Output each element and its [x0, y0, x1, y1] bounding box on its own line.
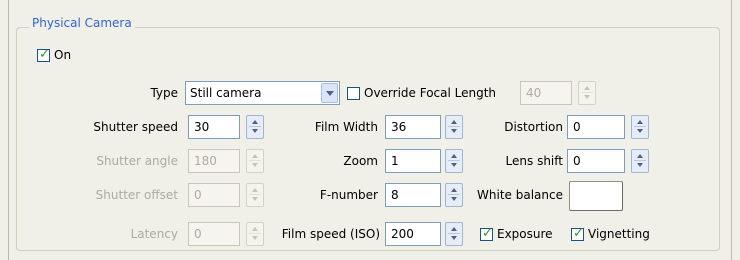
white-balance-swatch[interactable] [569, 181, 623, 211]
lens-shift-field[interactable]: 0 [567, 149, 625, 173]
distortion-field[interactable]: 0 [567, 115, 625, 139]
shutter-angle-label: Shutter angle [96, 154, 178, 168]
distortion-label: Distortion [504, 120, 563, 134]
checkmark-icon: ✓ [482, 226, 493, 241]
spin-down-icon [451, 129, 457, 133]
zoom-spinner[interactable] [445, 149, 463, 173]
spin-up-icon [451, 188, 457, 192]
spin-up-icon [252, 120, 258, 124]
shutter-speed-field[interactable]: 30 [188, 115, 240, 139]
f-number-spinner[interactable] [445, 183, 463, 207]
dropdown-button[interactable] [321, 83, 338, 103]
type-dropdown[interactable]: Still camera [185, 81, 340, 105]
spin-down-icon [252, 163, 258, 167]
spin-up-icon [252, 154, 258, 158]
spin-down-icon [451, 163, 457, 167]
spin-down-icon [451, 197, 457, 201]
group-title: Physical Camera [29, 16, 135, 30]
checkmark-icon: ✓ [573, 226, 584, 241]
film-width-spinner[interactable] [445, 115, 463, 139]
f-number-field[interactable]: 8 [385, 183, 441, 207]
spin-up-icon [252, 188, 258, 192]
lens-shift-label: Lens shift [505, 154, 563, 168]
shutter-angle-field[interactable]: 180 [188, 149, 240, 173]
panel-frame: Physical Camera ✓ On Type Still camera O… [0, 0, 740, 260]
spin-down-icon [584, 95, 590, 99]
film-speed-field[interactable]: 200 [385, 222, 441, 246]
spin-up-icon [584, 86, 590, 90]
shutter-speed-spinner[interactable] [246, 115, 264, 139]
spin-down-icon [451, 236, 457, 240]
film-width-label: Film Width [314, 120, 378, 134]
f-number-label: F-number [319, 188, 378, 202]
panel-left-border [8, 0, 9, 260]
white-balance-label: White balance [477, 188, 563, 202]
film-width-field[interactable]: 36 [385, 115, 441, 139]
spin-up-icon [451, 120, 457, 124]
zoom-field[interactable]: 1 [385, 149, 441, 173]
focal-length-field[interactable]: 40 [520, 81, 572, 105]
spin-down-icon [637, 163, 643, 167]
spin-up-icon [451, 154, 457, 158]
zoom-label: Zoom [343, 154, 378, 168]
panel-right-border [731, 0, 732, 260]
on-checkbox[interactable]: ✓ [37, 47, 50, 62]
shutter-offset-label: Shutter offset [95, 188, 178, 202]
vignetting-checkbox[interactable]: ✓ [571, 226, 584, 241]
vignetting-label: Vignetting [588, 227, 650, 241]
latency-label: Latency [130, 227, 178, 241]
type-label: Type [150, 86, 178, 100]
shutter-offset-field[interactable]: 0 [188, 183, 240, 207]
focal-length-spinner[interactable] [578, 81, 596, 105]
exposure-label: Exposure [497, 227, 553, 241]
on-label: On [54, 48, 72, 62]
spin-up-icon [451, 227, 457, 231]
exposure-checkbox[interactable]: ✓ [480, 226, 493, 241]
shutter-speed-label: Shutter speed [93, 120, 178, 134]
spin-down-icon [637, 129, 643, 133]
chevron-down-icon [326, 91, 334, 96]
physical-camera-group [16, 27, 720, 251]
override-focal-length-checkbox[interactable] [347, 87, 360, 100]
distortion-spinner[interactable] [631, 115, 649, 139]
spin-up-icon [252, 227, 258, 231]
type-dropdown-value: Still camera [190, 86, 262, 100]
spin-down-icon [252, 129, 258, 133]
film-speed-label: Film speed (ISO) [281, 227, 380, 241]
lens-shift-spinner[interactable] [631, 149, 649, 173]
spin-up-icon [637, 154, 643, 158]
shutter-angle-spinner[interactable] [246, 149, 264, 173]
override-focal-length-label: Override Focal Length [364, 86, 497, 100]
checkmark-icon: ✓ [39, 47, 50, 62]
latency-field[interactable]: 0 [188, 222, 240, 246]
spin-down-icon [252, 236, 258, 240]
spin-up-icon [637, 120, 643, 124]
shutter-offset-spinner[interactable] [246, 183, 264, 207]
spin-down-icon [252, 197, 258, 201]
film-speed-spinner[interactable] [445, 222, 463, 246]
